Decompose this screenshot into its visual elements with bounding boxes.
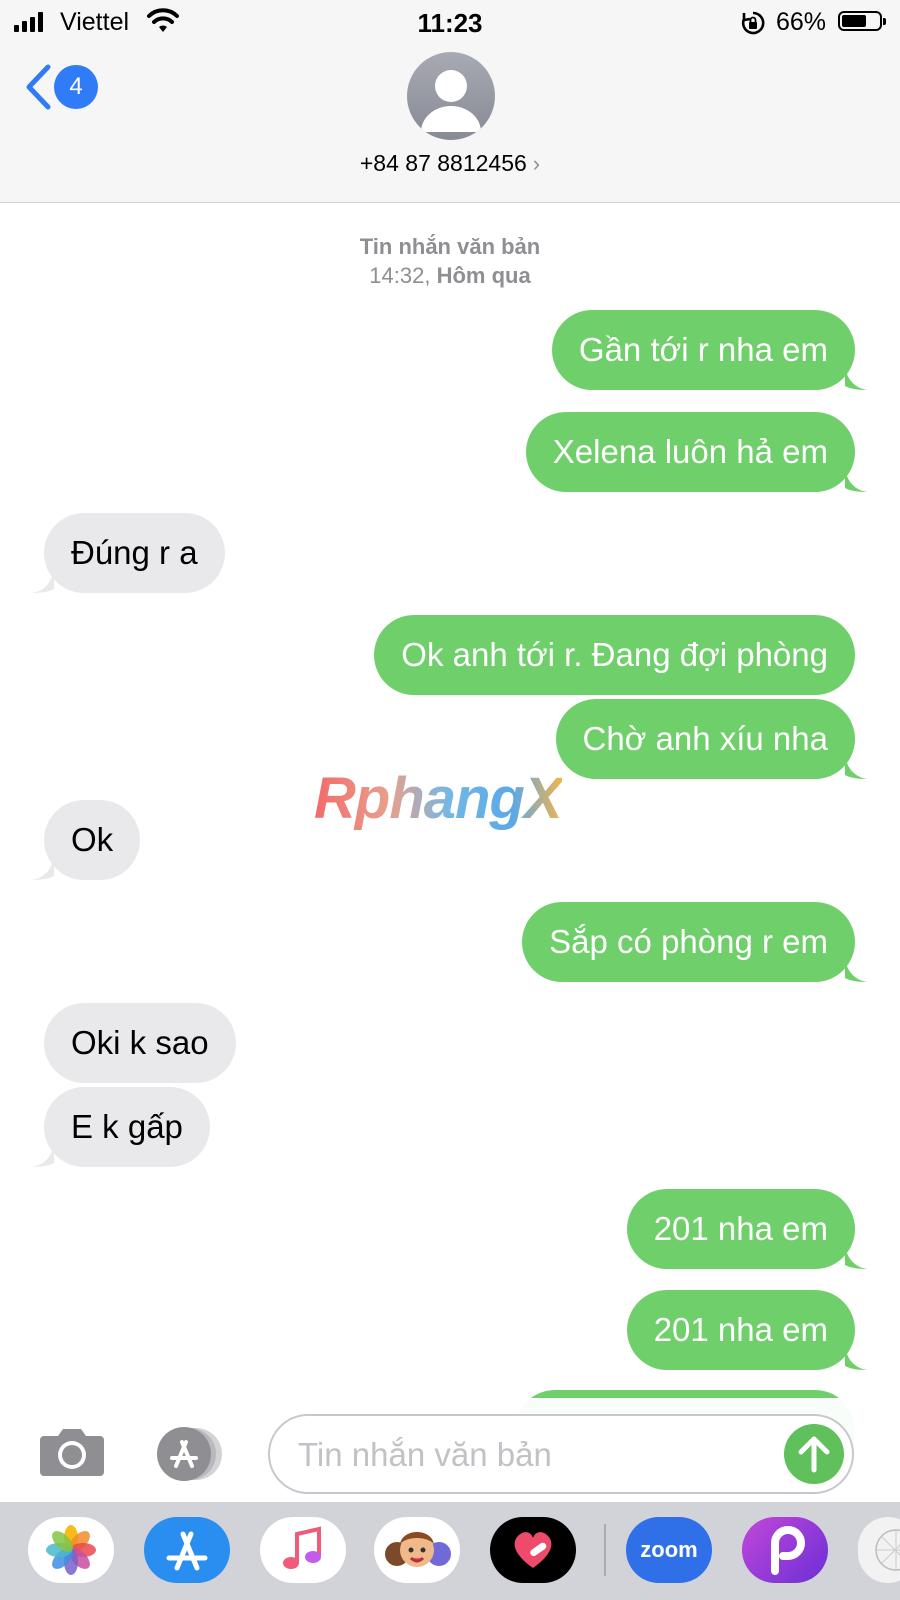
grid-app-icon: [875, 1529, 900, 1571]
message-text: 201 nha em: [653, 1210, 828, 1247]
picsart-app[interactable]: [742, 1517, 828, 1583]
rotation-lock-icon: [741, 11, 765, 35]
arrow-up-icon: [798, 1436, 830, 1473]
received-message-bubble[interactable]: Ok: [32, 800, 141, 880]
message-input-field[interactable]: [268, 1414, 854, 1494]
music-app[interactable]: [260, 1517, 346, 1583]
contact-number: +84 87 8812456: [359, 150, 527, 176]
sent-message-bubble[interactable]: Sắp có phòng r em: [522, 902, 867, 982]
conversation-timestamp: Tin nhắn văn bản 14:32, Hôm qua: [0, 232, 900, 290]
drawer-divider: [604, 1524, 606, 1576]
imessage-app-drawer: zoom: [0, 1502, 900, 1600]
sent-message-bubble[interactable]: 201 nha em: [626, 1189, 867, 1269]
message-text: Xelena luôn hả em: [552, 433, 828, 470]
sent-message-bubble[interactable]: Ok anh tới r. Đang đợi phòng: [374, 615, 855, 695]
app-store-app[interactable]: [144, 1517, 230, 1583]
send-button[interactable]: [784, 1424, 844, 1484]
zoom-icon: zoom: [640, 1537, 698, 1562]
sent-message-bubble[interactable]: Gần tới r nha em: [551, 310, 867, 390]
message-text: Ok anh tới r. Đang đợi phòng: [401, 636, 828, 673]
message-text: Chờ anh xíu nha: [582, 720, 828, 757]
app-store-icon: [166, 1531, 208, 1571]
message-input[interactable]: [296, 1426, 780, 1484]
status-bar: Viettel 11:23 66%: [0, 0, 900, 46]
chevron-left-icon: [26, 64, 51, 110]
message-text: E k gấp: [71, 1108, 183, 1145]
heart-app[interactable]: [490, 1517, 576, 1583]
message-day: Hôm qua: [436, 263, 531, 288]
sent-message-bubble[interactable]: 201 nha em: [626, 1290, 867, 1370]
watermark: RphangX: [314, 766, 563, 831]
back-button[interactable]: 4: [24, 62, 98, 112]
message-time: 14:32,: [369, 263, 431, 288]
message-text: Sắp có phòng r em: [549, 923, 828, 960]
unread-count-badge: 4: [54, 65, 98, 109]
sent-message-bubble[interactable]: Xelena luôn hả em: [525, 412, 867, 492]
heart-app-icon: [514, 1532, 552, 1568]
zoom-app[interactable]: zoom: [626, 1517, 712, 1583]
battery-percent: 66%: [776, 8, 827, 36]
received-message-bubble[interactable]: E k gấp: [32, 1087, 210, 1167]
sent-message-bubble[interactable]: Chờ anh xíu nha: [555, 699, 867, 779]
battery-icon: [838, 11, 886, 31]
message-text: 201 nha em: [653, 1311, 828, 1348]
memoji-icon: [385, 1532, 451, 1567]
app-store-button-icon[interactable]: [152, 1426, 224, 1482]
message-text: Oki k sao: [71, 1024, 209, 1061]
received-message-bubble[interactable]: Đúng r a: [32, 513, 225, 593]
person-silhouette-icon: [421, 70, 481, 132]
memoji-app[interactable]: [374, 1517, 460, 1583]
camera-icon[interactable]: [38, 1426, 106, 1478]
message-text: Gần tới r nha em: [578, 331, 828, 368]
message-text: Đúng r a: [71, 534, 198, 571]
photos-icon: [46, 1525, 96, 1575]
chevron-right-icon: ›: [532, 151, 541, 176]
received-message-bubble[interactable]: Oki k sao: [44, 1003, 236, 1083]
navigation-header: Viettel 11:23 66% 4 +84 87 8812456 ›: [0, 0, 900, 203]
photos-app-icon[interactable]: [28, 1517, 114, 1583]
message-text: Ok: [71, 821, 114, 858]
grid-app[interactable]: [858, 1517, 900, 1583]
service-label: Tin nhắn văn bản: [359, 234, 541, 259]
music-icon: [283, 1526, 321, 1569]
picsart-icon: [771, 1526, 805, 1575]
contact-avatar[interactable]: [407, 52, 495, 140]
contact-name[interactable]: +84 87 8812456 ›: [0, 150, 900, 177]
compose-bar: [0, 1398, 900, 1502]
